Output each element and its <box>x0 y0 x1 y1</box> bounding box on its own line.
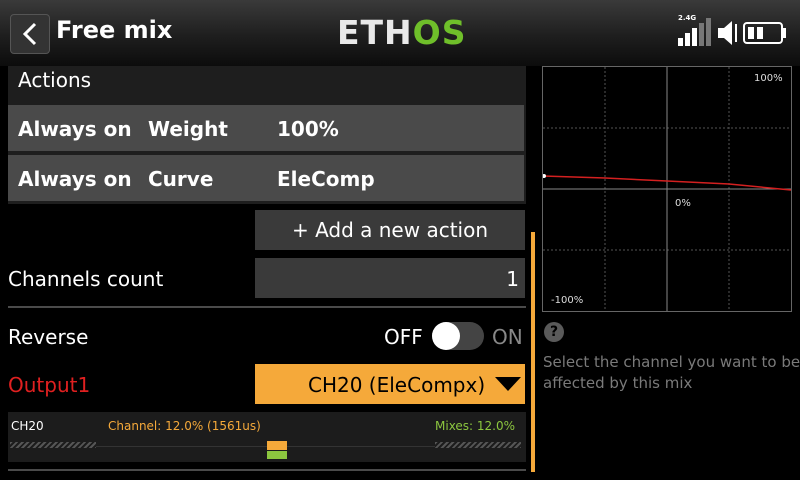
curve-graph-svg <box>543 67 791 311</box>
monitor-hatch-left <box>10 442 96 448</box>
graph-label-mid: 0% <box>675 198 691 209</box>
status-icons: 2.4G <box>676 14 792 50</box>
speaker-icon <box>718 21 737 45</box>
action-condition: Always on <box>18 167 132 191</box>
channels-count-label: Channels count <box>8 267 164 291</box>
action-value: 100% <box>277 117 339 141</box>
separator <box>8 306 526 308</box>
action-row-curve[interactable]: Always on Curve EleComp <box>8 155 524 201</box>
monitor-track <box>96 446 435 447</box>
toggle-knob <box>432 322 460 350</box>
scrollbar[interactable] <box>531 232 535 472</box>
action-row-weight[interactable]: Always on Weight 100% <box>8 105 524 151</box>
dropdown-arrow-icon <box>495 377 521 391</box>
curve-point <box>543 174 546 178</box>
help-text: Select the channel you want to be affect… <box>543 353 800 392</box>
reverse-off-label: OFF <box>384 325 423 349</box>
ethos-logo: ETHOS <box>337 13 467 52</box>
battery-icon <box>743 22 786 44</box>
add-action-button[interactable]: + Add a new action <box>255 210 525 250</box>
channels-count-field[interactable]: 1 <box>255 258 525 298</box>
action-condition: Always on <box>18 117 132 141</box>
action-type: Weight <box>148 117 228 141</box>
reverse-on-label: ON <box>492 325 523 349</box>
monitor-mixes-value: Mixes: 12.0% <box>435 419 516 433</box>
separator <box>8 469 526 471</box>
graph-label-bottom: -100% <box>551 295 584 306</box>
curve-graph: 100% 0% -100% <box>542 66 792 312</box>
back-button[interactable] <box>10 14 50 54</box>
chevron-left-icon <box>22 22 37 46</box>
monitor-channel-value: Channel: 12.0% (1561us) <box>108 419 261 433</box>
action-value: EleComp <box>277 167 375 191</box>
channels-count-value: 1 <box>506 267 519 291</box>
help-icon: ? <box>544 322 564 342</box>
header-bar: Free mix ETHOS 2.4G <box>0 0 800 66</box>
reverse-label: Reverse <box>8 325 89 349</box>
signal-icon <box>678 18 711 46</box>
graph-label-top: 100% <box>754 73 783 84</box>
graph-axes <box>543 67 791 311</box>
action-type: Curve <box>148 167 214 191</box>
output-value: CH20 (EleCompx) <box>308 373 486 397</box>
monitor-hatch-right <box>435 442 521 448</box>
output-label: Output1 <box>8 373 91 397</box>
monitor-channel: CH20 <box>11 419 44 433</box>
page-title: Free mix <box>56 16 173 44</box>
channel-bar <box>267 441 287 450</box>
actions-title: Actions <box>18 68 92 92</box>
output-select[interactable]: CH20 (EleCompx) <box>255 364 525 404</box>
mixes-bar <box>267 451 287 459</box>
